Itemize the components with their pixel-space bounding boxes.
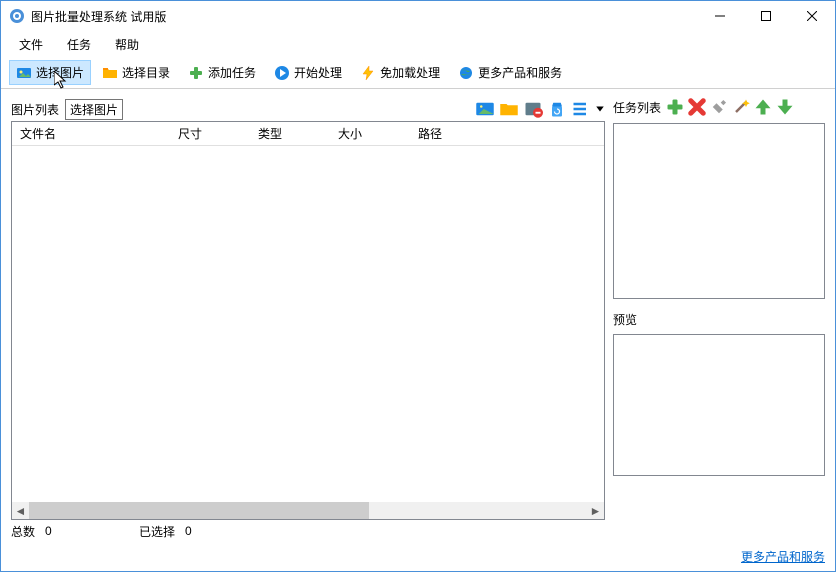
plus-icon <box>188 65 204 81</box>
add-image-icon[interactable] <box>475 99 495 119</box>
menu-task[interactable]: 任务 <box>57 32 101 57</box>
scroll-left-icon[interactable]: ◄ <box>12 502 29 519</box>
task-up-icon[interactable] <box>753 97 773 117</box>
globe-icon <box>458 65 474 81</box>
list-view-icon[interactable] <box>571 99 591 119</box>
lightning-icon <box>360 65 376 81</box>
image-list-header: 图片列表 选择图片 <box>11 97 605 121</box>
total-label: 总数 <box>11 523 35 540</box>
play-icon <box>274 65 290 81</box>
task-wand-icon[interactable] <box>731 97 751 117</box>
task-list-header: 任务列表 <box>613 97 825 117</box>
menu-help[interactable]: 帮助 <box>105 32 149 57</box>
col-size[interactable]: 尺寸 <box>170 125 250 142</box>
no-load-label: 免加载处理 <box>380 64 440 81</box>
start-button[interactable]: 开始处理 <box>267 60 349 85</box>
column-headers: 文件名 尺寸 类型 大小 路径 <box>12 122 604 146</box>
add-task-label: 添加任务 <box>208 64 256 81</box>
dropdown-icon[interactable] <box>595 99 605 119</box>
task-list[interactable] <box>613 123 825 299</box>
menu-file[interactable]: 文件 <box>9 32 53 57</box>
col-path[interactable]: 路径 <box>410 125 604 142</box>
image-list: 文件名 尺寸 类型 大小 路径 ◄ ► <box>11 121 605 520</box>
select-image-tooltip: 选择图片 <box>65 99 123 120</box>
image-list-body[interactable] <box>12 146 604 502</box>
menubar: 文件 任务 帮助 <box>1 31 835 57</box>
status-bar: 总数 0 已选择 0 <box>11 520 605 542</box>
app-icon <box>9 8 25 24</box>
selected-label: 已选择 <box>139 523 175 540</box>
start-label: 开始处理 <box>294 64 342 81</box>
titlebar: 图片批量处理系统 试用版 <box>1 1 835 31</box>
select-dir-button[interactable]: 选择目录 <box>95 60 177 85</box>
more-products-button[interactable]: 更多产品和服务 <box>451 60 569 85</box>
close-button[interactable] <box>789 1 835 31</box>
select-dir-label: 选择目录 <box>122 64 170 81</box>
footer: 更多产品和服务 <box>1 544 835 571</box>
minimize-button[interactable] <box>697 1 743 31</box>
select-image-button[interactable]: 选择图片 <box>9 60 91 85</box>
preview-header: 预览 <box>613 311 825 328</box>
task-delete-icon[interactable] <box>687 97 707 117</box>
task-down-icon[interactable] <box>775 97 795 117</box>
scroll-right-icon[interactable]: ► <box>587 502 604 519</box>
col-type[interactable]: 类型 <box>250 125 330 142</box>
preview-label: 预览 <box>613 311 637 328</box>
folder-icon <box>102 65 118 81</box>
col-filesize[interactable]: 大小 <box>330 125 410 142</box>
toolbar: 选择图片 选择目录 添加任务 开始处理 免加载处理 更多产品和服务 <box>1 57 835 89</box>
preview-panel <box>613 334 825 476</box>
recycle-icon[interactable] <box>547 99 567 119</box>
task-add-icon[interactable] <box>665 97 685 117</box>
add-task-button[interactable]: 添加任务 <box>181 60 263 85</box>
add-folder-icon[interactable] <box>499 99 519 119</box>
task-edit-icon[interactable] <box>709 97 729 117</box>
selected-value: 0 <box>185 524 192 538</box>
horizontal-scrollbar[interactable]: ◄ ► <box>12 502 604 519</box>
task-list-label: 任务列表 <box>613 99 661 116</box>
remove-icon[interactable] <box>523 99 543 119</box>
total-value: 0 <box>45 524 52 538</box>
more-products-label: 更多产品和服务 <box>478 64 562 81</box>
more-products-link[interactable]: 更多产品和服务 <box>741 550 825 564</box>
select-image-label: 选择图片 <box>36 64 84 81</box>
image-icon <box>16 65 32 81</box>
maximize-button[interactable] <box>743 1 789 31</box>
no-load-button[interactable]: 免加载处理 <box>353 60 447 85</box>
image-list-label: 图片列表 <box>11 101 59 118</box>
col-filename[interactable]: 文件名 <box>12 125 170 142</box>
window-title: 图片批量处理系统 试用版 <box>31 8 697 25</box>
scroll-thumb[interactable] <box>29 502 369 519</box>
